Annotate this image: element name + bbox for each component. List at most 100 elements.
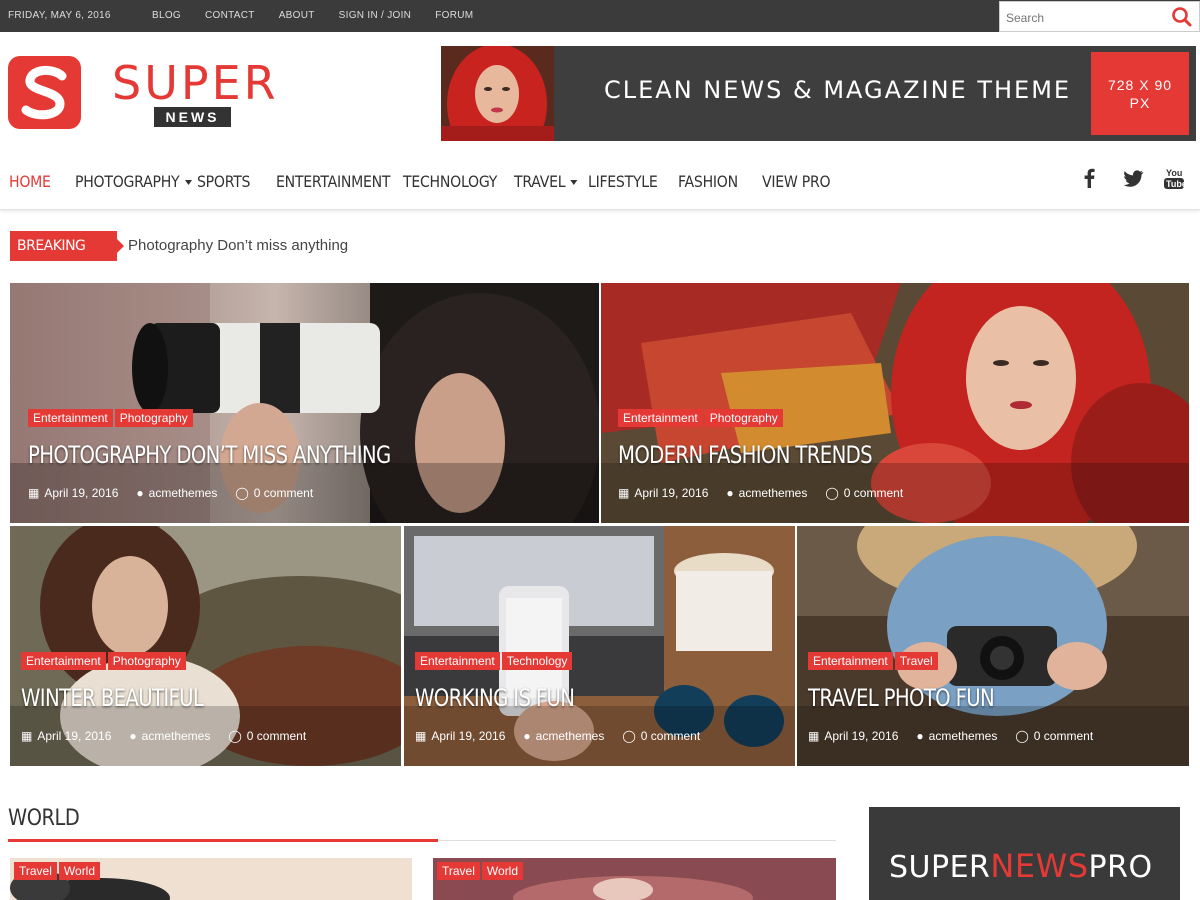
nav-sports[interactable]: SPORTS: [197, 172, 250, 191]
search-input[interactable]: [1006, 8, 1156, 28]
breaking-arrow-icon: [117, 239, 124, 253]
feature-tile[interactable]: Entertainment Technology WORKING IS FUN …: [404, 526, 795, 766]
section-divider-accent: [8, 839, 438, 842]
nav-travel[interactable]: TRAVEL: [514, 172, 578, 191]
comment-icon: ◯: [825, 486, 839, 500]
meta-comments-text: 0 comment: [640, 729, 701, 743]
tile-meta: ▦ April 19, 2016 ● acmethemes ◯ 0 comment: [415, 729, 700, 743]
category-tags: Travel World: [14, 862, 101, 880]
comment-icon: ◯: [1015, 729, 1029, 743]
current-date: FRIDAY, MAY 6, 2016: [8, 10, 111, 21]
meta-date-text: April 19, 2016: [824, 729, 899, 743]
meta-date-text: April 19, 2016: [431, 729, 506, 743]
category-tag[interactable]: Entertainment: [808, 652, 893, 670]
meta-comments-text: 0 comment: [1033, 729, 1094, 743]
category-tag[interactable]: Travel: [894, 652, 938, 670]
calendar-icon: ▦: [808, 729, 820, 743]
meta-comments[interactable]: ◯ 0 comment: [235, 486, 313, 500]
top-link-forum[interactable]: FORUM: [435, 10, 473, 21]
calendar-icon: ▦: [28, 486, 40, 500]
svg-text:You: You: [1166, 168, 1182, 178]
meta-author-text: acmethemes: [141, 729, 211, 743]
pro-part1: SUPER: [889, 850, 991, 885]
meta-date: ▦ April 19, 2016: [21, 729, 111, 743]
ad-banner[interactable]: CLEAN NEWS & MAGAZINE THEME 728 X 90 PX: [441, 46, 1196, 141]
world-card[interactable]: Travel World: [433, 858, 836, 900]
category-tag[interactable]: Entertainment: [618, 409, 703, 427]
meta-comments[interactable]: ◯ 0 comment: [622, 729, 700, 743]
meta-author[interactable]: ● acmethemes: [129, 729, 210, 743]
logo-s-icon: [8, 56, 81, 129]
feature-tile[interactable]: Entertainment Travel TRAVEL PHOTO FUN ▦ A…: [797, 526, 1189, 766]
category-tag[interactable]: Travel: [14, 862, 57, 880]
category-tag[interactable]: Photography: [704, 409, 783, 427]
category-tag[interactable]: World: [58, 862, 101, 880]
pro-banner[interactable]: SUPERNEWSPRO: [869, 807, 1180, 900]
meta-date: ▦ April 19, 2016: [618, 486, 708, 500]
youtube-icon[interactable]: You Tube: [1162, 166, 1187, 190]
top-link-blog[interactable]: BLOG: [152, 10, 181, 21]
section-title-world: WORLD: [8, 806, 80, 831]
calendar-icon: ▦: [21, 729, 33, 743]
nav-photography-label: PHOTOGRAPHY: [75, 172, 180, 191]
nav-view-pro[interactable]: VIEW PRO: [762, 172, 831, 191]
meta-author[interactable]: ● acmethemes: [916, 729, 997, 743]
category-tags: Entertainment Photography: [21, 652, 186, 670]
category-tags: Entertainment Photography: [618, 409, 783, 427]
user-icon: ●: [726, 486, 734, 500]
top-link-contact[interactable]: CONTACT: [205, 10, 255, 21]
tile-title[interactable]: WORKING IS FUN: [415, 684, 575, 712]
twitter-icon[interactable]: [1121, 166, 1145, 190]
logo-sub: NEWS: [154, 107, 231, 127]
pro-part2: NEWS: [990, 847, 1089, 885]
tile-title[interactable]: WINTER BEAUTIFUL: [21, 684, 204, 712]
top-link-signin[interactable]: SIGN IN / JOIN: [339, 10, 412, 21]
ad-photo: [441, 46, 554, 141]
nav-lifestyle[interactable]: LIFESTYLE: [588, 172, 658, 191]
meta-author-text: acmethemes: [148, 486, 218, 500]
nav-home[interactable]: HOME: [9, 172, 51, 191]
feature-tile[interactable]: Entertainment Photography WINTER BEAUTIF…: [10, 526, 401, 766]
top-link-about[interactable]: ABOUT: [279, 10, 315, 21]
meta-author[interactable]: ● acmethemes: [136, 486, 217, 500]
user-icon: ●: [916, 729, 924, 743]
category-tag[interactable]: Travel: [437, 862, 480, 880]
meta-comments[interactable]: ◯ 0 comment: [228, 729, 306, 743]
nav-fashion[interactable]: FASHION: [678, 172, 738, 191]
nav-entertainment[interactable]: ENTERTAINMENT: [276, 172, 391, 191]
tile-title[interactable]: TRAVEL PHOTO FUN: [808, 684, 995, 712]
nav-photography[interactable]: PHOTOGRAPHY: [75, 172, 192, 191]
tile-title[interactable]: MODERN FASHION TRENDS: [618, 441, 873, 469]
category-tag[interactable]: Entertainment: [28, 409, 113, 427]
top-bar: FRIDAY, MAY 6, 2016 BLOG CONTACT ABOUT S…: [0, 0, 1200, 32]
category-tag[interactable]: World: [481, 862, 524, 880]
top-links: BLOG CONTACT ABOUT SIGN IN / JOIN FORUM: [152, 10, 497, 21]
meta-comments[interactable]: ◯ 0 comment: [825, 486, 903, 500]
chevron-down-icon: [570, 180, 578, 185]
user-icon: ●: [136, 486, 144, 500]
nav-technology[interactable]: TECHNOLOGY: [403, 172, 497, 191]
category-tag[interactable]: Technology: [501, 652, 573, 670]
feature-tile[interactable]: Entertainment Photography MODERN FASHION…: [601, 283, 1189, 523]
meta-author-text: acmethemes: [928, 729, 998, 743]
chevron-down-icon: [184, 180, 192, 185]
search-icon[interactable]: [1171, 6, 1193, 28]
category-tag[interactable]: Entertainment: [415, 652, 500, 670]
tile-title[interactable]: PHOTOGRAPHY DON’T MISS ANYTHING: [28, 441, 391, 469]
meta-author[interactable]: ● acmethemes: [523, 729, 604, 743]
breaking-news-headline[interactable]: Photography Don’t miss anything: [128, 237, 348, 254]
facebook-icon[interactable]: [1078, 166, 1102, 190]
category-tag[interactable]: Photography: [114, 409, 193, 427]
category-tag[interactable]: Photography: [107, 652, 186, 670]
feature-tile[interactable]: Entertainment Photography PHOTOGRAPHY DO…: [10, 283, 599, 523]
category-tag[interactable]: Entertainment: [21, 652, 106, 670]
meta-comments[interactable]: ◯ 0 comment: [1015, 729, 1093, 743]
category-tags: Travel World: [437, 862, 524, 880]
category-tags: Entertainment Photography: [28, 409, 193, 427]
site-logo[interactable]: SUPER NEWS: [8, 56, 298, 132]
meta-author[interactable]: ● acmethemes: [726, 486, 807, 500]
comment-icon: ◯: [235, 486, 249, 500]
meta-date-text: April 19, 2016: [37, 729, 112, 743]
world-card[interactable]: Travel World: [10, 858, 412, 900]
main-nav: HOME PHOTOGRAPHY SPORTS ENTERTAINMENT TE…: [0, 160, 1200, 210]
